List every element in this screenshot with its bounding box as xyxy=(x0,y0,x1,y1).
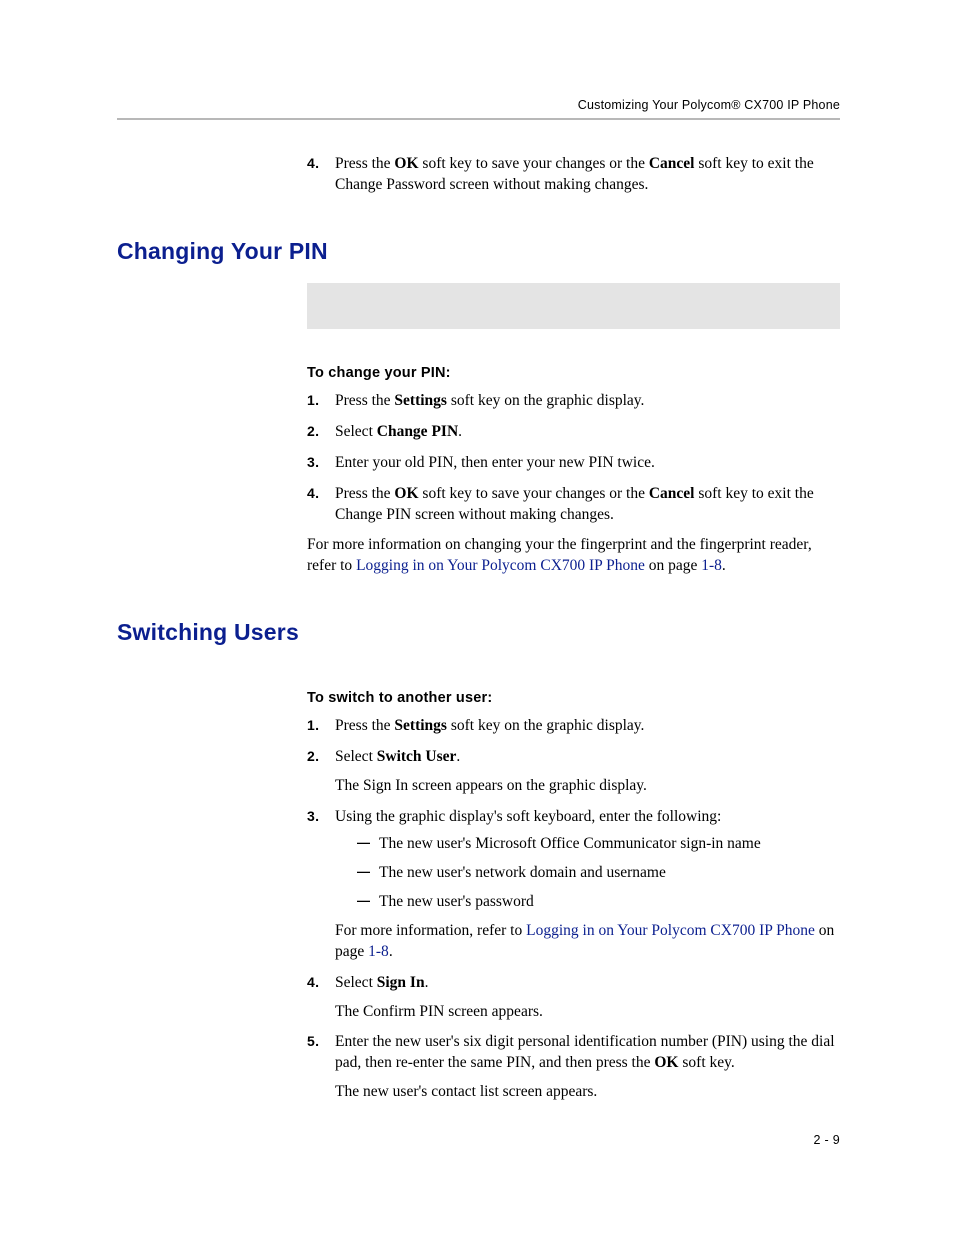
step-number: 4. xyxy=(307,154,319,173)
step-number: 3. xyxy=(307,807,319,826)
switch-step-5: 5. Enter the new user's six digit person… xyxy=(307,1032,840,1103)
step-number: 4. xyxy=(307,973,319,992)
switch-step-3-bullet-2: The new user's network domain and userna… xyxy=(357,863,840,884)
step-number: 1. xyxy=(307,391,319,410)
switch-step-3: 3. Using the graphic display's soft keyb… xyxy=(307,807,840,963)
switch-step-3-bullet-3: The new user's password xyxy=(357,892,840,913)
text: Press the xyxy=(335,717,394,734)
switch-step-3-bullet-1: The new user's Microsoft Office Communic… xyxy=(357,834,840,855)
section-switching-users: Switching Users To switch to another use… xyxy=(117,619,840,1103)
text: . xyxy=(425,974,429,991)
step-number: 1. xyxy=(307,716,319,735)
page: Customizing Your Polycom® CX700 IP Phone… xyxy=(0,0,954,1235)
text: Press the xyxy=(335,485,394,502)
text: For more information, refer to xyxy=(335,922,526,939)
text: Press the xyxy=(335,155,394,172)
switch-step-4-follow: The Confirm PIN screen appears. xyxy=(335,1002,840,1023)
intro-continuation: 4. Press the OK soft key to save your ch… xyxy=(307,154,840,196)
pin-step-2: 2. Select Change PIN. xyxy=(307,422,840,443)
bold-ok: OK xyxy=(654,1054,678,1071)
note-placeholder-box xyxy=(307,283,840,329)
switch-step-1: 1. Press the Settings soft key on the gr… xyxy=(307,716,840,737)
step-number: 2. xyxy=(307,422,319,441)
bold-ok: OK xyxy=(394,485,418,502)
text: soft key. xyxy=(679,1054,735,1071)
text: . xyxy=(456,748,460,765)
link-page-1-8[interactable]: 1-8 xyxy=(368,943,389,960)
bold-settings: Settings xyxy=(394,392,447,409)
page-number: 2 - 9 xyxy=(813,1133,840,1147)
pin-step-4: 4. Press the OK soft key to save your ch… xyxy=(307,484,840,526)
heading-changing-pin: Changing Your PIN xyxy=(117,238,840,265)
text: soft key to save your changes or the xyxy=(419,485,649,502)
switch-step-4: 4. Select Sign In. The Confirm PIN scree… xyxy=(307,973,840,1023)
text: Press the xyxy=(335,392,394,409)
subhead-switch-user: To switch to another user: xyxy=(307,690,840,706)
text: Select xyxy=(335,748,377,765)
switch-step-3-after: For more information, refer to Logging i… xyxy=(335,921,840,963)
header-rule xyxy=(117,118,840,120)
switch-step-5-follow: The new user's contact list screen appea… xyxy=(335,1082,840,1103)
text: soft key on the graphic display. xyxy=(447,392,644,409)
text: Enter the new user's six digit personal … xyxy=(335,1033,835,1071)
subhead-change-pin: To change your PIN: xyxy=(307,365,840,381)
bold-ok: OK xyxy=(394,155,418,172)
section-changing-pin: Changing Your PIN To change your PIN: 1.… xyxy=(117,238,840,577)
bold-settings: Settings xyxy=(394,717,447,734)
intro-step-4: 4. Press the OK soft key to save your ch… xyxy=(307,154,840,196)
text: . xyxy=(722,557,726,574)
text: on page xyxy=(645,557,701,574)
heading-switching-users: Switching Users xyxy=(117,619,840,646)
pin-after-paragraph: For more information on changing your th… xyxy=(307,535,840,577)
step-number: 5. xyxy=(307,1032,319,1051)
bold-switch-user: Switch User xyxy=(377,748,457,765)
step-number: 3. xyxy=(307,453,319,472)
text: . xyxy=(389,943,393,960)
link-page-1-8[interactable]: 1-8 xyxy=(701,557,722,574)
bold-sign-in: Sign In xyxy=(377,974,425,991)
switch-step-2-follow: The Sign In screen appears on the graphi… xyxy=(335,776,840,797)
bold-change-pin: Change PIN xyxy=(377,423,458,440)
text: Select xyxy=(335,974,377,991)
text: Select xyxy=(335,423,377,440)
bold-cancel: Cancel xyxy=(649,155,695,172)
text: soft key on the graphic display. xyxy=(447,717,644,734)
step-number: 2. xyxy=(307,747,319,766)
bold-cancel: Cancel xyxy=(649,485,695,502)
text: . xyxy=(458,423,462,440)
text: soft key to save your changes or the xyxy=(419,155,649,172)
pin-step-1: 1. Press the Settings soft key on the gr… xyxy=(307,391,840,412)
pin-step-3: 3. Enter your old PIN, then enter your n… xyxy=(307,453,840,474)
link-logging-in[interactable]: Logging in on Your Polycom CX700 IP Phon… xyxy=(526,922,815,939)
step-number: 4. xyxy=(307,484,319,503)
running-header: Customizing Your Polycom® CX700 IP Phone xyxy=(117,98,840,112)
text: Using the graphic display's soft keyboar… xyxy=(335,808,721,825)
link-logging-in[interactable]: Logging in on Your Polycom CX700 IP Phon… xyxy=(356,557,645,574)
text: Enter your old PIN, then enter your new … xyxy=(335,454,655,471)
switch-step-2: 2. Select Switch User. The Sign In scree… xyxy=(307,747,840,797)
